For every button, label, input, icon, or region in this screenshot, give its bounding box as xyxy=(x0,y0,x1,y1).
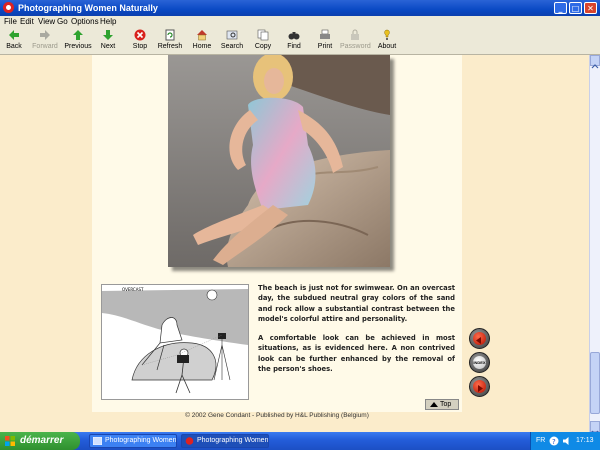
up-arrow-icon xyxy=(73,30,83,40)
menu-view[interactable]: View xyxy=(38,16,55,27)
clock[interactable]: 17:13 xyxy=(576,432,594,450)
back-button[interactable]: Back xyxy=(3,29,25,50)
svg-text:?: ? xyxy=(552,438,556,446)
maximize-button[interactable]: □ xyxy=(569,2,582,14)
minimize-button[interactable]: _ xyxy=(554,2,567,14)
refresh-button[interactable]: Refresh xyxy=(157,29,183,50)
previous-button[interactable]: Previous xyxy=(64,29,92,50)
find-button[interactable]: Find xyxy=(284,29,304,50)
menu-go[interactable]: Go xyxy=(57,16,68,27)
menu-file[interactable]: File xyxy=(4,16,17,27)
sketch-label: OVERCAST xyxy=(122,287,144,292)
forward-button[interactable]: Forward xyxy=(31,29,59,50)
taskbar-item[interactable]: Photographing Women... xyxy=(89,434,177,448)
menu-bar: File Edit View Go Options Help xyxy=(0,16,600,27)
beach-photo xyxy=(168,55,390,267)
up-triangle-icon xyxy=(430,402,438,407)
menu-options[interactable]: Options xyxy=(71,16,99,27)
binoculars-icon xyxy=(288,32,300,40)
caption-paragraph: The beach is just not for swimwear. On a… xyxy=(258,284,455,323)
scroll-down-button[interactable] xyxy=(590,421,600,435)
stop-icon xyxy=(134,29,146,41)
photo-caption: The beach is just not for swimwear. On a… xyxy=(258,283,455,383)
vertical-scrollbar[interactable] xyxy=(589,55,600,435)
right-arrow-icon xyxy=(473,380,486,393)
caption-paragraph: A comfortable look can be achieved in mo… xyxy=(258,334,455,374)
about-button[interactable]: About xyxy=(376,29,398,50)
password-icon xyxy=(351,29,359,40)
home-icon xyxy=(197,30,207,41)
previous-page-button[interactable] xyxy=(469,328,490,349)
print-icon xyxy=(320,29,330,39)
stop-button[interactable]: Stop xyxy=(129,29,151,50)
app-icon[interactable] xyxy=(3,2,14,13)
copyright-footer: © 2002 Gene Condant - Published by H&L P… xyxy=(185,412,369,419)
copy-button[interactable]: Copy xyxy=(252,29,274,50)
volume-icon[interactable] xyxy=(562,436,572,446)
window-icon xyxy=(93,437,102,445)
scroll-up-icon xyxy=(591,64,599,69)
lighting-diagram: OVERCAST xyxy=(101,284,249,400)
about-icon xyxy=(384,29,390,40)
language-indicator[interactable]: FR xyxy=(536,432,545,450)
lighting-diagram-image: OVERCAST xyxy=(102,285,248,399)
left-arrow-icon xyxy=(473,332,486,345)
index-button[interactable]: INDEX xyxy=(469,352,490,373)
help-tray-icon[interactable]: ? xyxy=(549,436,559,446)
window-title: Photographing Women Naturally xyxy=(18,3,158,13)
copy-icon xyxy=(257,29,269,41)
print-button[interactable]: Print xyxy=(315,29,335,50)
home-button[interactable]: Home xyxy=(191,29,213,50)
down-arrow-icon xyxy=(103,30,113,40)
menu-help[interactable]: Help xyxy=(100,16,116,27)
taskbar: démarrer Photographing Women... Photogra… xyxy=(0,432,600,450)
title-bar[interactable]: Photographing Women Naturally _ □ ✕ xyxy=(0,0,600,16)
refresh-icon xyxy=(165,29,175,41)
top-button[interactable]: Top xyxy=(425,399,459,410)
scroll-thumb[interactable] xyxy=(590,352,600,414)
menu-edit[interactable]: Edit xyxy=(20,16,34,27)
start-button[interactable]: démarrer xyxy=(0,432,80,450)
scroll-up-button[interactable] xyxy=(590,55,600,69)
toolbar: Back Forward Previous Next Stop Refresh … xyxy=(0,27,600,55)
windows-logo-icon xyxy=(5,436,15,446)
password-button[interactable]: Password xyxy=(340,29,371,50)
forward-arrow-icon xyxy=(40,30,50,40)
search-icon xyxy=(226,30,238,40)
back-arrow-icon xyxy=(9,30,19,40)
next-page-button[interactable] xyxy=(469,376,490,397)
close-button[interactable]: ✕ xyxy=(584,2,597,14)
taskbar-item-active[interactable]: Photographing Women... xyxy=(181,434,269,448)
beach-photo-image xyxy=(168,55,390,267)
app-heart-icon xyxy=(185,437,194,445)
index-label: INDEX xyxy=(473,356,486,369)
search-button[interactable]: Search xyxy=(220,29,244,50)
next-button[interactable]: Next xyxy=(97,29,119,50)
